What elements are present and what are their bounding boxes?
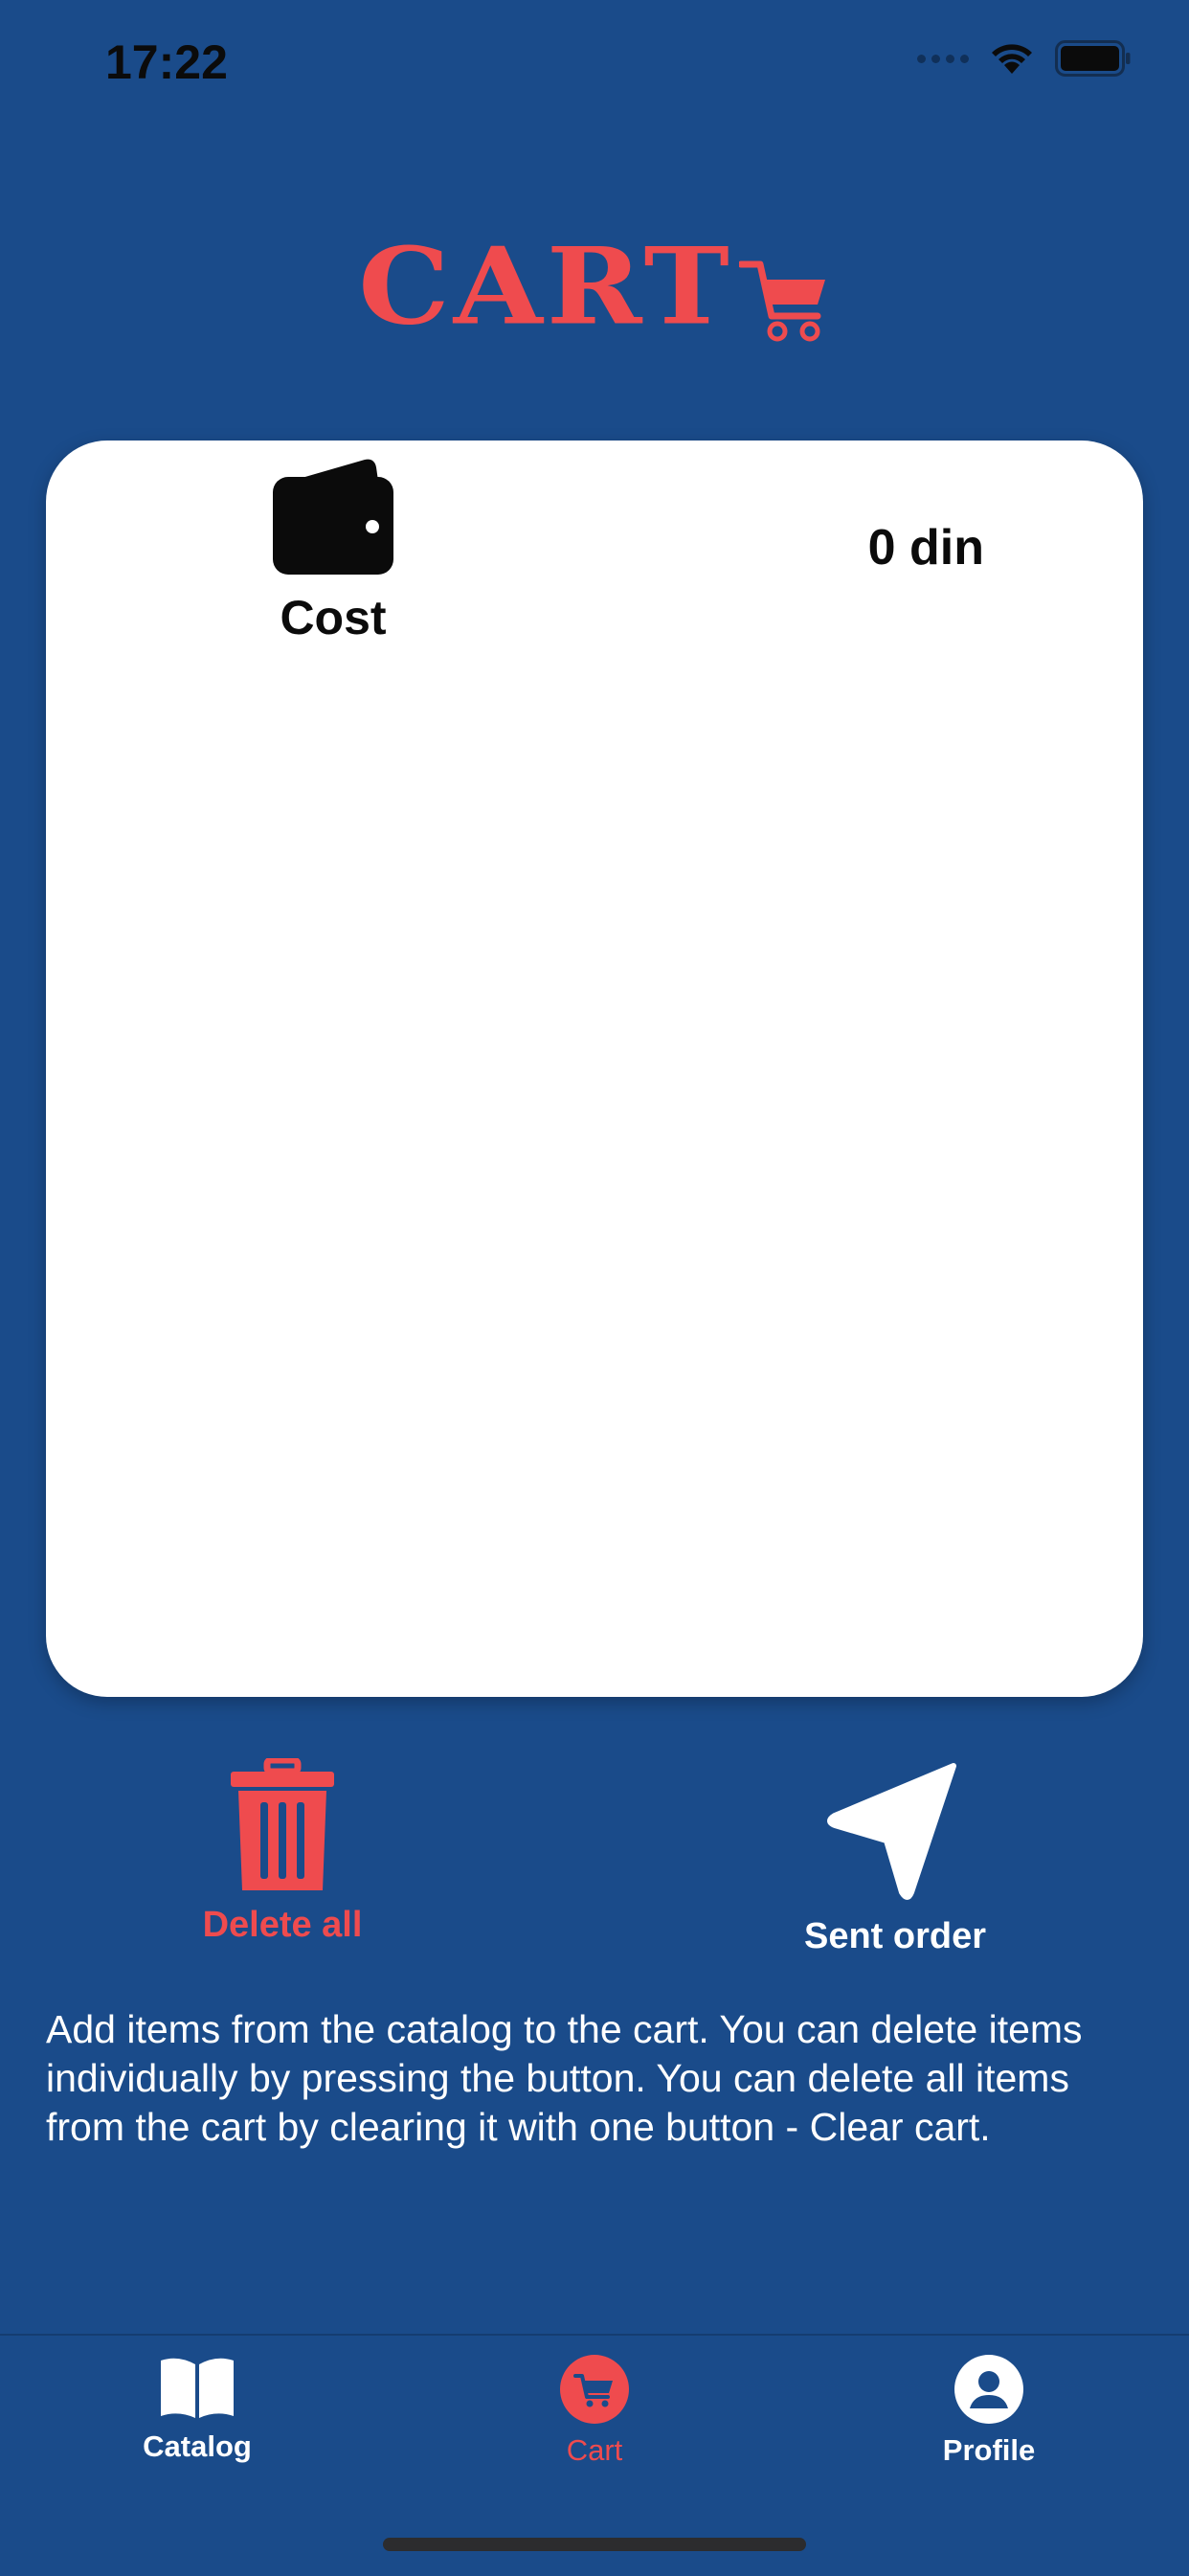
signal-dots-icon bbox=[917, 54, 969, 63]
tab-cart[interactable]: Cart bbox=[470, 2355, 719, 2468]
user-icon bbox=[954, 2355, 1023, 2424]
cart-logo: CART bbox=[358, 230, 831, 345]
battery-icon bbox=[1055, 40, 1131, 77]
cart-total: 0 din bbox=[867, 520, 984, 576]
delete-all-label: Delete all bbox=[202, 1905, 363, 1945]
cost-label: Cost bbox=[280, 591, 387, 644]
page-header: CART bbox=[0, 230, 1189, 345]
status-icons bbox=[917, 40, 1132, 77]
send-arrow-icon bbox=[827, 1763, 956, 1900]
delete-all-button[interactable]: Delete all bbox=[163, 1756, 402, 1946]
home-indicator bbox=[383, 2538, 806, 2551]
cart-icon bbox=[560, 2355, 629, 2424]
status-bar: 17:22 bbox=[0, 0, 1189, 124]
send-order-button[interactable]: Sent order bbox=[775, 1758, 1015, 1957]
page-title: CART bbox=[358, 224, 733, 350]
cost-block: Cost bbox=[209, 452, 458, 645]
book-icon bbox=[161, 2358, 234, 2418]
shopping-cart-icon bbox=[738, 260, 825, 342]
wallet-icon bbox=[273, 459, 393, 575]
tab-catalog[interactable]: Catalog bbox=[73, 2355, 322, 2464]
tab-label: Profile bbox=[942, 2433, 1036, 2467]
status-time: 17:22 bbox=[105, 35, 228, 89]
trash-icon bbox=[231, 1756, 334, 1890]
wifi-icon bbox=[992, 44, 1032, 74]
help-text: Add items from the catalog to the cart. … bbox=[46, 2007, 1083, 2149]
cart-card: Cost 0 din bbox=[46, 441, 1143, 1697]
tab-label: Catalog bbox=[143, 2429, 252, 2463]
send-order-label: Sent order bbox=[803, 1916, 987, 1956]
tab-profile[interactable]: Profile bbox=[864, 2355, 1113, 2468]
tab-label: Cart bbox=[566, 2433, 623, 2467]
